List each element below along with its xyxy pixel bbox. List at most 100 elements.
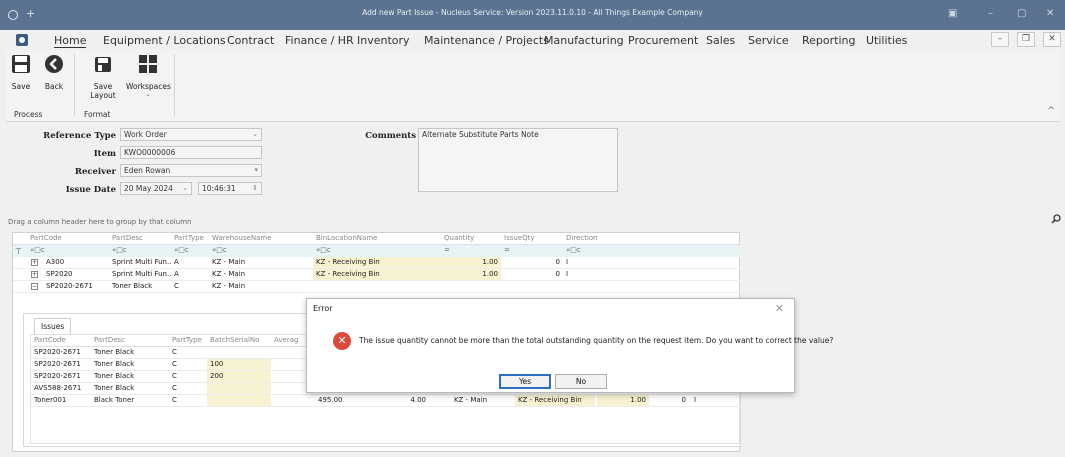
mdi-minimize-button[interactable]: –: [991, 32, 1009, 47]
menu-contract[interactable]: Contract: [227, 34, 274, 47]
menu-inventory[interactable]: Inventory: [357, 34, 410, 47]
cell-quantity[interactable]: 1.00: [597, 395, 649, 406]
col-partdesc[interactable]: PartDesc: [91, 335, 153, 346]
chevron-down-icon: ⌄: [145, 91, 151, 98]
no-button[interactable]: No: [555, 374, 607, 389]
cell-partcode: AVS588-2671: [34, 384, 82, 392]
cell-direction: I: [694, 396, 697, 404]
comments-textarea[interactable]: Alternate Substitute Parts Note: [418, 128, 618, 192]
col-warehousename[interactable]: WarehouseName: [209, 233, 313, 244]
col-quantity[interactable]: Quantity: [441, 233, 501, 244]
close-icon[interactable]: ✕: [1046, 8, 1054, 19]
cell-parttype: C: [172, 372, 177, 380]
table-row[interactable]: Toner001 Black Toner C 495.00 4.00 KZ - …: [31, 395, 741, 407]
menu-utilities[interactable]: Utilities: [866, 34, 907, 47]
cell-bin[interactable]: KZ - Receiving Bin: [515, 395, 595, 406]
item-label: Item: [93, 149, 116, 159]
filter-equals-icon[interactable]: =: [441, 245, 501, 256]
filter-equals-icon[interactable]: =: [501, 245, 563, 256]
col-direction[interactable]: Direction: [563, 233, 623, 244]
cell-average: 495.00: [318, 396, 343, 404]
expand-icon[interactable]: +: [31, 271, 38, 278]
reference-type-select[interactable]: Work Order ⌄: [120, 128, 262, 141]
filter-cell-icon[interactable]: «□c: [209, 245, 313, 256]
cell-warehouse: KZ - Main: [454, 396, 488, 404]
cell-parttype: C: [172, 360, 177, 368]
cell-parttype: C: [172, 396, 177, 404]
col-binlocationname[interactable]: BinLocationName: [313, 233, 441, 244]
cell-quantity[interactable]: 1.00: [441, 269, 501, 280]
search-icon[interactable]: [1051, 214, 1061, 224]
menu-service[interactable]: Service: [748, 34, 789, 47]
cell-issueqty[interactable]: 0: [649, 395, 689, 406]
ribbon-collapse-icon[interactable]: ^: [1047, 106, 1055, 116]
cell-issueqty[interactable]: 0: [501, 269, 563, 280]
menu-finance-hr[interactable]: Finance / HR: [285, 34, 354, 47]
menu-bar: Home Equipment / Locations Contract Fina…: [6, 30, 1061, 50]
menu-manufacturing[interactable]: Manufacturing: [544, 34, 624, 47]
cell-issueqty[interactable]: 0: [501, 257, 563, 268]
menu-reporting[interactable]: Reporting: [802, 34, 855, 47]
cell-batchserialno[interactable]: [207, 383, 271, 394]
filter-cell-icon[interactable]: «□c: [27, 245, 109, 256]
save-layout-button[interactable]: Save Layout: [80, 54, 126, 100]
cell-quantity[interactable]: 1.00: [441, 257, 501, 268]
menu-home[interactable]: Home: [54, 34, 87, 48]
filter-cell-icon[interactable]: «□c: [313, 245, 441, 256]
menu-sales[interactable]: Sales: [706, 34, 735, 47]
collapse-icon[interactable]: −: [31, 283, 38, 290]
cell-bin[interactable]: KZ - Receiving Bin: [313, 257, 441, 268]
workspaces-button[interactable]: Workspaces ⌄: [126, 54, 171, 98]
table-row[interactable]: + SP2020 Sprint Multi Fun... A KZ - Main…: [13, 269, 741, 281]
cell-partdesc: Toner Black: [94, 384, 135, 392]
filter-cell-icon[interactable]: «□c: [563, 245, 623, 256]
filter-cell-icon[interactable]: «□c: [171, 245, 209, 256]
pin-icon[interactable]: ▣: [948, 8, 957, 19]
save-button[interactable]: Save: [10, 54, 32, 91]
cell-batchserialno[interactable]: [207, 395, 271, 406]
col-issueqty[interactable]: IssueQty: [501, 233, 563, 244]
expand-icon[interactable]: +: [31, 259, 38, 266]
cell-partcode: SP2020-2671: [34, 348, 81, 356]
yes-button[interactable]: Yes: [499, 374, 551, 389]
menu-maintenance-projects[interactable]: Maintenance / Projects: [424, 34, 549, 47]
save-icon: [12, 55, 30, 73]
issue-time-spinner[interactable]: 10:46:31 ⇕: [198, 182, 262, 195]
table-row[interactable]: + A300 Sprint Multi Fun... A KZ - Main K…: [13, 257, 741, 269]
spinner-icon: ⇕: [252, 184, 258, 192]
mdi-restore-button[interactable]: ❐: [1017, 32, 1035, 47]
minimize-icon[interactable]: –: [988, 8, 993, 19]
table-row[interactable]: − SP2020-2671 Toner Black C KZ - Main: [13, 281, 741, 293]
item-field[interactable]: KWO0000006: [120, 146, 262, 159]
mdi-close-button[interactable]: ✕: [1043, 32, 1061, 47]
menu-procurement[interactable]: Procurement: [628, 34, 698, 47]
comments-label: Comments: [365, 131, 416, 141]
reference-type-value: Work Order: [124, 130, 167, 139]
close-icon[interactable]: ✕: [775, 302, 784, 315]
cell-parttype: C: [174, 282, 179, 290]
col-batchserialno[interactable]: BatchSerialNo: [207, 335, 271, 346]
col-partcode[interactable]: PartCode: [31, 335, 91, 346]
cell-bin[interactable]: KZ - Receiving Bin: [313, 269, 441, 280]
issue-date-picker[interactable]: 20 May 2024 ⌄: [120, 182, 192, 195]
receiver-select[interactable]: Eden Rowan ▾: [120, 164, 262, 177]
col-partdesc[interactable]: PartDesc: [109, 233, 171, 244]
cell-partdesc: Toner Black: [112, 282, 153, 290]
tab-issues[interactable]: Issues: [34, 318, 72, 334]
col-parttype[interactable]: PartType: [169, 335, 207, 346]
maximize-icon[interactable]: ▢: [1017, 8, 1026, 19]
cell-partcode: SP2020-2671: [34, 372, 81, 380]
col-average[interactable]: Averag: [271, 335, 305, 346]
filter-cell-icon[interactable]: «□c: [109, 245, 171, 256]
menu-equipment-locations[interactable]: Equipment / Locations: [103, 34, 226, 47]
comments-value: Alternate Substitute Parts Note: [422, 130, 539, 139]
window-title: Add new Part Issue - Nucleus Service: Ve…: [362, 8, 703, 17]
back-button[interactable]: Back: [42, 54, 66, 91]
cell-batchserialno[interactable]: 100: [207, 359, 271, 370]
col-partcode[interactable]: PartCode: [27, 233, 109, 244]
cell-warehouse: KZ - Main: [212, 258, 246, 266]
filter-icon[interactable]: ⊤: [15, 247, 22, 256]
error-dialog: Error ✕ ✕ The issue quantity cannot be m…: [306, 298, 833, 393]
col-parttype[interactable]: PartType: [171, 233, 209, 244]
cell-batchserialno[interactable]: 200: [207, 371, 271, 382]
